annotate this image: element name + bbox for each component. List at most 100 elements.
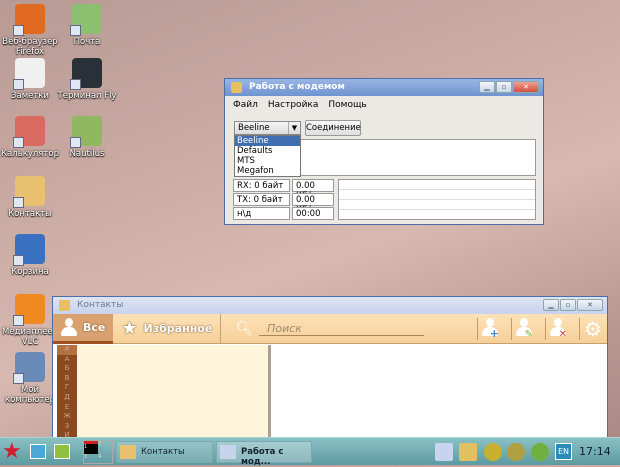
computer-icon: [13, 352, 45, 384]
search-icon: 🔍︎: [235, 320, 254, 337]
desktop-icon-label: Веб-браузер Firefox: [2, 37, 58, 57]
alphabet-letter[interactable]: Б: [57, 364, 77, 374]
contacts-app-icon: [59, 300, 70, 311]
desktop-icon-label: Терминал Fly: [57, 91, 117, 101]
user-icon: [61, 318, 77, 336]
desktop-icon-label: Nautilus: [69, 149, 105, 159]
minimize-button[interactable]: ▁: [479, 81, 495, 93]
option-defaults[interactable]: Defaults: [235, 146, 300, 156]
contacts-icon: [13, 176, 45, 208]
desktop-icon-label: Заметки: [11, 91, 49, 101]
vlc-icon: [13, 294, 45, 326]
firefox-icon: [13, 4, 45, 36]
mail-icon: [70, 4, 102, 36]
edit-contact-icon[interactable]: ✎: [511, 318, 533, 340]
tab-label: Все: [83, 320, 106, 334]
option-beeline[interactable]: Beeline: [235, 136, 300, 146]
alphabet-letter[interactable]: Д: [57, 393, 77, 403]
workspace-pager[interactable]: 1234: [83, 440, 113, 464]
menu-settings[interactable]: Настройка: [268, 100, 319, 110]
workspace-3[interactable]: 3: [84, 454, 98, 464]
file-cabinet-icon: [70, 116, 102, 148]
desktop-icon-label: Медиаплеер VLC: [1, 327, 59, 347]
alphabet-letter[interactable]: #: [57, 345, 77, 355]
update-icon[interactable]: [531, 443, 549, 461]
menu-help[interactable]: Помощь: [328, 100, 366, 110]
alphabet-index: # А Б В Г Д Е Ж З И: [57, 345, 77, 439]
desktop-icon-label: Корзина: [11, 267, 49, 277]
workspace-2[interactable]: 2: [98, 441, 112, 454]
desktop-icon[interactable]: Nautilus: [57, 116, 117, 159]
windows-icon[interactable]: [54, 444, 70, 459]
add-contact-icon[interactable]: +: [477, 318, 499, 340]
maximize-button[interactable]: ▫: [496, 81, 512, 93]
tab-all[interactable]: Все: [53, 313, 114, 344]
keyboard-layout-indicator[interactable]: EN: [555, 443, 572, 460]
calculator-icon: [13, 116, 45, 148]
rx-bytes: RX: 0 байт: [233, 179, 290, 192]
tab-favorites[interactable]: ★ Избранное: [113, 313, 222, 344]
terminal-icon: [70, 58, 102, 90]
desktop-icon[interactable]: Веб-браузер Firefox: [0, 4, 60, 57]
taskbar: ★ 1234 Контакты Работа с мод... EN 17:14: [0, 437, 620, 467]
task-modem[interactable]: Работа с мод...: [216, 441, 312, 467]
contact-list[interactable]: [77, 345, 271, 439]
tx-rate: 0.00 КБ/с: [292, 193, 334, 215]
alphabet-letter[interactable]: З: [57, 422, 77, 432]
window-title: Контакты: [77, 300, 124, 310]
workspace-1[interactable]: 1: [84, 441, 98, 454]
alphabet-letter[interactable]: Ж: [57, 412, 77, 422]
desktop-icon[interactable]: Контакты: [0, 176, 60, 219]
chevron-down-icon[interactable]: ▼: [288, 122, 300, 134]
maximize-button[interactable]: ▫: [560, 299, 576, 311]
desktop-icon[interactable]: Мой компьютер: [0, 352, 60, 405]
delete-contact-icon[interactable]: ✕: [545, 318, 567, 340]
contacts-titlebar[interactable]: Контакты ▁ ▫ ✕: [53, 297, 607, 314]
connect-button[interactable]: Соединение: [305, 120, 361, 136]
alphabet-letter[interactable]: Е: [57, 403, 77, 413]
desktop-icon-label: Мой компьютер: [4, 385, 56, 405]
traffic-graph: [338, 179, 536, 220]
clock[interactable]: 17:14: [579, 445, 611, 458]
contacts-window: Контакты ▁ ▫ ✕ Все ★ Избранное 🔍︎ Поиск + ✎ …: [52, 296, 608, 440]
desktop-icon[interactable]: Заметки: [0, 58, 60, 101]
window-title: Работа с модемом: [249, 82, 345, 92]
alphabet-letter[interactable]: В: [57, 374, 77, 384]
time-field: 00:00: [292, 207, 334, 220]
desktop-icon-label: Калькулятор: [1, 149, 59, 159]
network-tray-icon[interactable]: [459, 443, 477, 461]
search-input[interactable]: Поиск: [259, 322, 425, 336]
notes-icon: [13, 58, 45, 90]
option-megafon[interactable]: Megafon: [235, 166, 300, 176]
alphabet-letter[interactable]: Г: [57, 383, 77, 393]
close-button[interactable]: ✕: [577, 299, 603, 311]
contact-details: [274, 345, 603, 439]
desktop-icon[interactable]: Медиаплеер VLC: [0, 294, 60, 347]
modem-titlebar[interactable]: Работа с модемом ▁ ▫ ✕: [225, 79, 543, 96]
modem-task-icon: [220, 445, 236, 459]
close-button[interactable]: ✕: [513, 81, 539, 93]
trash-icon: [13, 234, 45, 266]
task-contacts[interactable]: Контакты: [116, 441, 213, 463]
gear-icon[interactable]: ⚙: [579, 318, 602, 340]
alphabet-letter[interactable]: А: [57, 355, 77, 365]
option-mts[interactable]: MTS: [235, 156, 300, 166]
minimize-button[interactable]: ▁: [543, 299, 559, 311]
provider-combo[interactable]: Beeline ▼: [234, 121, 301, 135]
volume-icon[interactable]: [484, 443, 502, 461]
start-menu-icon[interactable]: ★: [2, 439, 22, 464]
task-label: Контакты: [141, 447, 185, 457]
modem-window: Работа с модемом ▁ ▫ ✕ Файл Настройка Помо…: [224, 78, 544, 225]
desktop-icon[interactable]: Корзина: [0, 234, 60, 277]
show-desktop-icon[interactable]: [30, 444, 46, 459]
modem-tray-icon[interactable]: [435, 443, 453, 461]
workspace-4[interactable]: 4: [98, 454, 112, 464]
contacts-task-icon: [120, 445, 136, 459]
usb-icon[interactable]: [507, 443, 525, 461]
desktop-icon[interactable]: Почта: [57, 4, 117, 47]
task-label: Работа с мод...: [241, 447, 284, 467]
combo-value: Beeline: [238, 123, 270, 133]
desktop-icon[interactable]: Терминал Fly: [57, 58, 117, 101]
menu-file[interactable]: Файл: [233, 100, 258, 110]
desktop-icon[interactable]: Калькулятор: [0, 116, 60, 159]
